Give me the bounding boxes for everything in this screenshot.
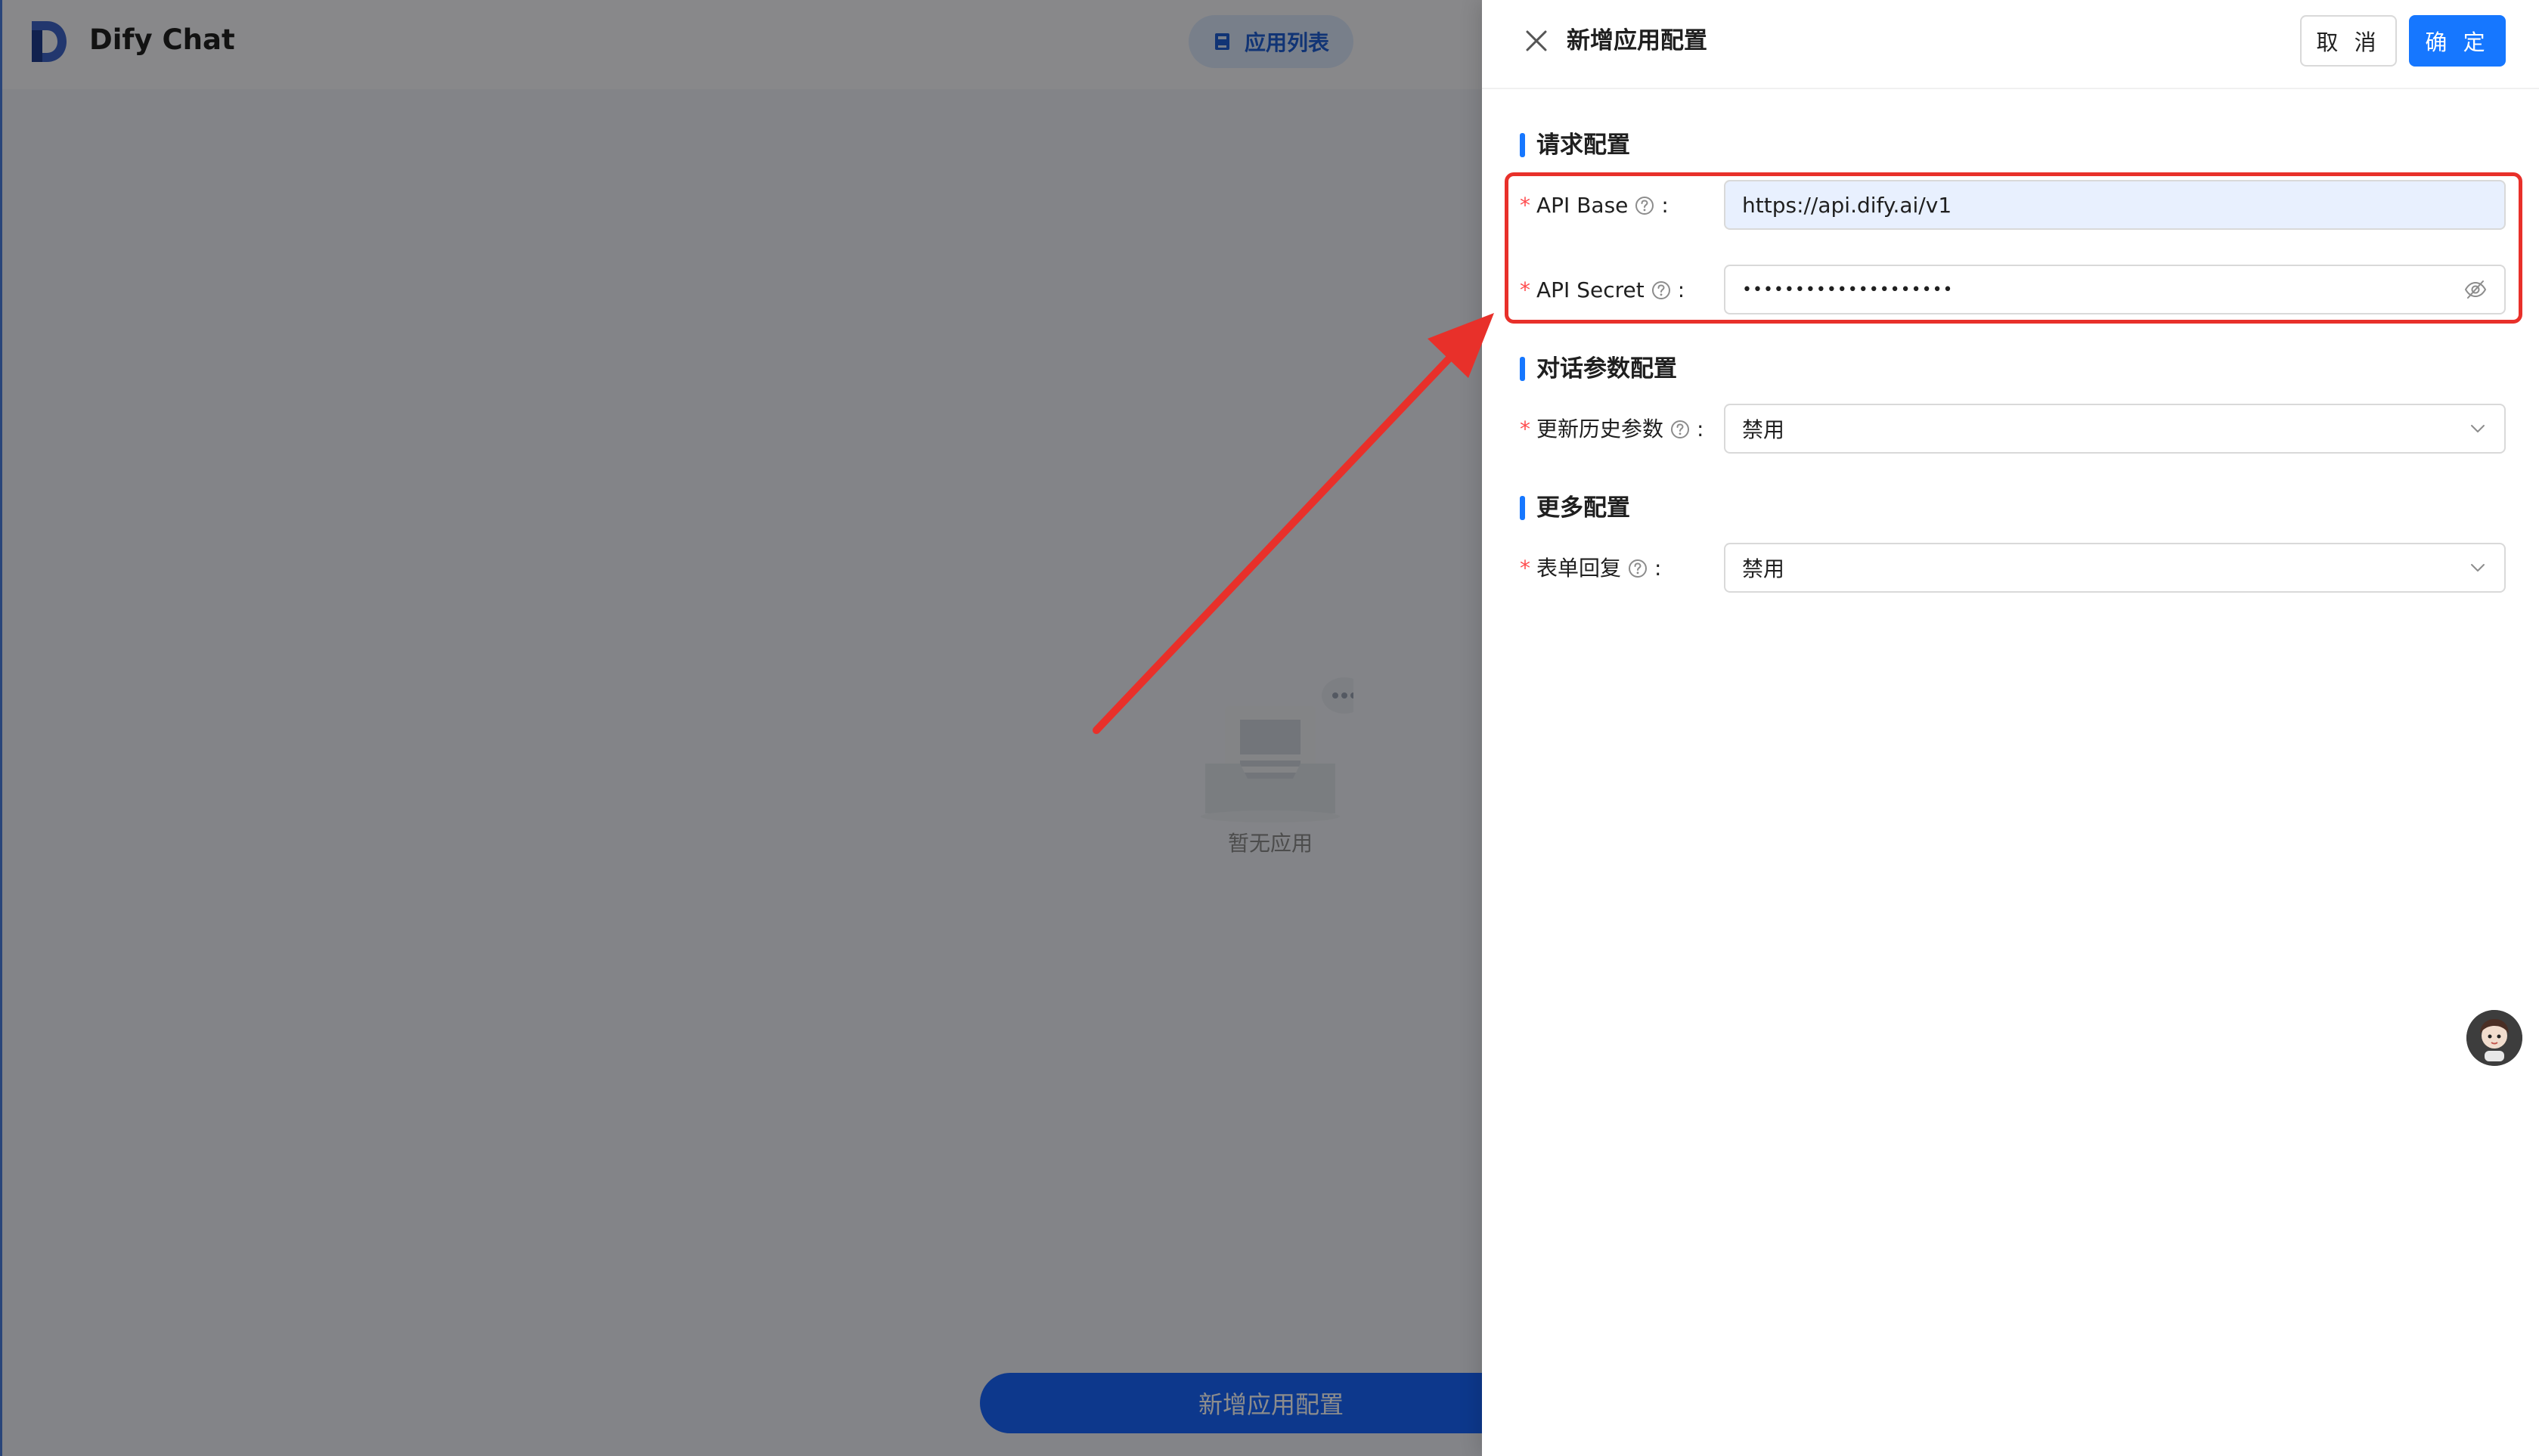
update-history-label-text: 更新历史参数	[1536, 417, 1664, 441]
form-reply-value: 禁用	[1742, 556, 1785, 581]
required-mark: *	[1520, 277, 1530, 302]
api-secret-value: ••••••••••••••••••••	[1742, 280, 1954, 299]
api-secret-label-text: API Secret	[1536, 277, 1645, 302]
drawer-title: 新增应用配置	[1567, 27, 1707, 54]
required-mark: *	[1520, 193, 1530, 218]
section-title-conversation: 对话参数配置	[1520, 352, 1677, 386]
required-mark: *	[1520, 417, 1530, 441]
required-mark: *	[1520, 556, 1530, 581]
help-icon[interactable]	[1651, 280, 1672, 301]
chevron-down-icon	[2471, 564, 2485, 572]
avatar-icon	[2466, 1010, 2522, 1066]
help-icon[interactable]	[1634, 195, 1655, 216]
form-reply-select[interactable]: 禁用	[1724, 543, 2506, 593]
close-icon[interactable]	[1523, 27, 1550, 54]
window-edge	[0, 0, 2, 1456]
api-secret-label: * API Secret :	[1520, 275, 1685, 305]
assistant-avatar[interactable]	[2466, 1010, 2522, 1066]
api-base-value: https://api.dify.ai/v1	[1742, 192, 1952, 218]
drawer-header: 新增应用配置 取 消 确 定	[1482, 0, 2539, 89]
api-secret-input[interactable]: ••••••••••••••••••••	[1724, 265, 2506, 314]
chevron-down-icon	[2471, 425, 2485, 432]
cancel-button[interactable]: 取 消	[2300, 15, 2397, 67]
api-base-label: * API Base :	[1520, 191, 1669, 221]
section-title-request: 请求配置	[1520, 129, 1630, 162]
form-reply-label: * 表单回复 :	[1520, 553, 1661, 584]
update-history-value: 禁用	[1742, 417, 1785, 442]
colon: :	[1697, 417, 1704, 441]
update-history-label: * 更新历史参数 :	[1520, 414, 1704, 445]
api-base-input[interactable]: https://api.dify.ai/v1	[1724, 180, 2506, 230]
colon: :	[1654, 556, 1662, 581]
colon: :	[1661, 193, 1669, 218]
modal-mask[interactable]	[0, 0, 1482, 1456]
section-title-more: 更多配置	[1520, 491, 1630, 525]
api-base-label-text: API Base	[1536, 193, 1629, 218]
config-drawer: 新增应用配置 取 消 确 定 请求配置 * API Base : https:/…	[1482, 0, 2539, 1456]
update-history-select[interactable]: 禁用	[1724, 404, 2506, 454]
form-reply-label-text: 表单回复	[1536, 556, 1622, 581]
help-icon[interactable]	[1669, 419, 1691, 440]
help-icon[interactable]	[1627, 558, 1648, 579]
eye-slash-icon[interactable]	[2463, 277, 2488, 302]
confirm-button[interactable]: 确 定	[2409, 15, 2506, 67]
colon: :	[1677, 277, 1685, 302]
